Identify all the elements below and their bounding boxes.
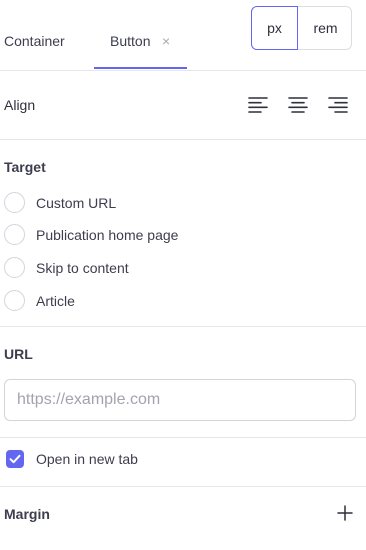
tab-button[interactable]: Button xyxy=(110,33,150,49)
url-title: URL xyxy=(4,346,33,362)
radio-circle[interactable] xyxy=(4,290,25,311)
plus-icon[interactable] xyxy=(337,505,353,521)
radio-circle[interactable] xyxy=(4,192,25,213)
url-input[interactable] xyxy=(4,379,356,421)
open-new-tab-checkbox[interactable] xyxy=(6,450,24,468)
align-row: Align xyxy=(0,71,366,140)
url-section: URL xyxy=(0,327,366,438)
active-tab-indicator xyxy=(94,67,187,69)
button-properties-panel: Container Button × px rem Align Target C… xyxy=(0,0,366,550)
radio-label: Custom URL xyxy=(36,195,117,211)
align-right-icon[interactable] xyxy=(328,95,348,115)
open-new-tab-row: Open in new tab xyxy=(0,438,366,487)
radio-label: Skip to content xyxy=(36,260,129,276)
align-center-icon[interactable] xyxy=(288,95,308,115)
radio-custom-url[interactable]: Custom URL xyxy=(4,192,304,214)
radio-publication-home-page[interactable]: Publication home page xyxy=(4,224,304,246)
radio-skip-to-content[interactable]: Skip to content xyxy=(4,257,304,279)
align-left-icon[interactable] xyxy=(248,95,268,115)
unit-px-button[interactable]: px xyxy=(251,6,298,50)
unit-toggle: px rem xyxy=(251,6,352,50)
target-section: Target Custom URL Publication home page … xyxy=(0,140,366,327)
margin-section: Margin xyxy=(0,487,366,550)
tab-close-icon[interactable]: × xyxy=(162,33,170,50)
target-title: Target xyxy=(4,159,46,175)
margin-title: Margin xyxy=(4,506,50,522)
radio-article[interactable]: Article xyxy=(4,290,304,312)
radio-circle[interactable] xyxy=(4,257,25,278)
align-label: Align xyxy=(4,97,36,113)
radio-circle[interactable] xyxy=(4,224,25,245)
open-new-tab-label: Open in new tab xyxy=(36,451,138,467)
radio-label: Publication home page xyxy=(36,227,179,243)
unit-rem-button[interactable]: rem xyxy=(298,6,353,50)
panel-header: Container Button × px rem xyxy=(0,0,366,71)
checkmark-icon xyxy=(9,454,21,464)
tab-container[interactable]: Container xyxy=(4,33,65,49)
radio-label: Article xyxy=(36,293,75,309)
